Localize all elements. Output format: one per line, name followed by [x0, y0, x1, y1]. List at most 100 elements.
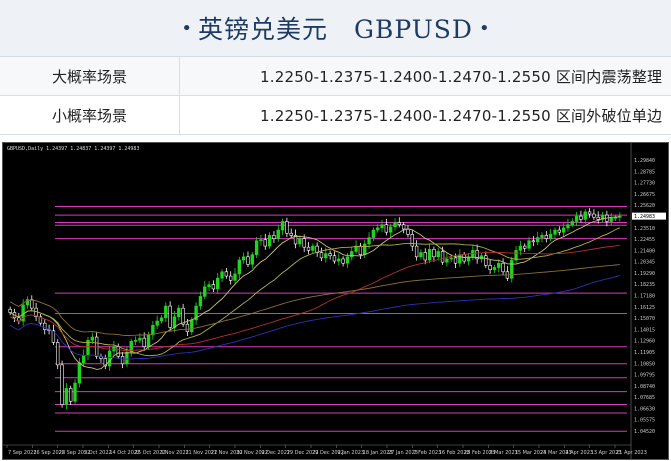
candle-body — [302, 238, 306, 248]
candle-body — [198, 296, 203, 307]
y-tick-label: 1.14015 — [634, 327, 655, 333]
y-tick-label: 1.25620 — [634, 203, 655, 209]
candle-body — [557, 229, 561, 233]
y-tick-label: 1.19290 — [634, 271, 655, 277]
candle-body — [237, 259, 242, 275]
y-tick-label: 1.09795 — [634, 373, 655, 379]
x-tick-label: 4 Apr 2023 — [565, 450, 593, 456]
candle-body — [311, 245, 315, 251]
scenario-value: 1.2250-1.2375-1.2400-1.2470-1.2550 区间外破位… — [260, 106, 663, 125]
candle-body — [77, 362, 82, 384]
y-tick-label: 1.05575 — [634, 418, 655, 424]
candle-body — [501, 262, 505, 273]
candle-body — [159, 317, 164, 322]
candle-body — [116, 346, 120, 357]
candle-body — [190, 319, 194, 333]
candle-body — [518, 245, 523, 251]
candle-body — [341, 258, 345, 264]
candle-body — [172, 316, 177, 328]
candle-body — [561, 227, 566, 233]
ma-slow-line — [9, 244, 620, 351]
candle-body — [570, 221, 574, 225]
candle-body — [120, 356, 125, 365]
candle-body — [449, 257, 453, 260]
candle-body — [233, 273, 237, 281]
title-dot-right: • — [478, 17, 490, 39]
candle-body — [324, 253, 328, 259]
x-tick-label: 9 Jan 2023 — [337, 450, 364, 456]
candle-body — [142, 337, 146, 347]
candle-body — [64, 388, 69, 405]
candle-body — [510, 259, 514, 279]
candle-body — [298, 238, 302, 245]
candle-body — [241, 256, 246, 261]
candle-body — [592, 213, 596, 218]
candle-body — [440, 251, 445, 263]
candle-body — [540, 235, 544, 238]
title-dot-left: • — [181, 17, 193, 39]
candle-body — [168, 305, 172, 328]
candle-body — [436, 251, 440, 258]
candle-body — [272, 235, 276, 239]
candle-body — [484, 255, 488, 266]
y-tick-label: 1.18235 — [634, 282, 655, 288]
candle-body — [276, 229, 280, 239]
candle-body — [81, 354, 86, 364]
candle-body — [514, 250, 518, 261]
candle-body — [224, 271, 229, 277]
y-tick-label: 1.22455 — [634, 237, 655, 243]
candle-body — [535, 237, 540, 243]
candle-body — [332, 255, 337, 262]
candle-body — [401, 224, 406, 230]
candle-body — [328, 253, 332, 257]
x-tick-label: 21 Apr 2023 — [616, 450, 647, 456]
candle-body — [73, 382, 77, 402]
page-header: • 英镑兑美元 GBPUSD • — [0, 0, 671, 57]
candle-body — [596, 216, 600, 220]
candle-body — [492, 267, 497, 270]
y-tick-label: 1.27730 — [634, 181, 655, 187]
candle-body — [337, 258, 341, 262]
candle-body — [458, 254, 462, 264]
candle-body — [8, 308, 12, 313]
scenario-label: 大概率场景 — [0, 57, 180, 95]
candle-body — [56, 342, 60, 366]
chart-symbol-header: GBPUSD,Daily 1.24397 1.24837 1.24397 1.2… — [7, 146, 140, 152]
candle-body — [488, 265, 492, 270]
x-tick-label: 5 Oct 2022 — [84, 450, 112, 456]
candle-body — [146, 334, 151, 347]
page-title: 英镑兑美元 GBPUSD — [198, 15, 473, 44]
candle-body — [367, 237, 371, 245]
candle-body — [267, 235, 272, 247]
candle-body — [527, 240, 531, 249]
candle-body — [60, 364, 64, 405]
candle-body — [280, 221, 285, 231]
candle-body — [376, 227, 380, 231]
candle-body — [138, 337, 142, 341]
y-tick-label: 1.23510 — [634, 226, 655, 232]
y-tick-label: 1.29840 — [634, 158, 655, 164]
candle-body — [445, 258, 449, 263]
candle-body — [388, 226, 393, 233]
candle-body — [228, 275, 233, 281]
y-tick-label: 1.08740 — [634, 384, 655, 390]
y-tick-label: 1.06630 — [634, 406, 655, 412]
y-tick-label: 1.15070 — [634, 316, 655, 322]
y-tick-label: 1.11905 — [634, 350, 655, 356]
candle-body — [393, 222, 397, 228]
candle-body — [43, 322, 47, 330]
x-tick-label: 7 Feb 2023 — [413, 450, 441, 456]
chart-canvas: 1.298401.287851.277301.266751.256201.245… — [3, 143, 666, 459]
candle-body — [371, 229, 376, 238]
candle-body — [220, 271, 224, 279]
candle-body — [254, 240, 259, 255]
price-chart[interactable]: 1.298401.287851.277301.266751.256201.245… — [2, 142, 669, 460]
y-tick-label: 1.10850 — [634, 361, 655, 367]
y-tick-label: 1.07685 — [634, 395, 655, 401]
candle-body — [181, 307, 185, 325]
y-tick-label: 1.28785 — [634, 169, 655, 175]
candle-body — [410, 234, 414, 247]
y-tick-label: 1.04520 — [634, 429, 655, 435]
y-tick-label: 1.16125 — [634, 305, 655, 311]
y-tick-label: 1.21400 — [634, 248, 655, 254]
